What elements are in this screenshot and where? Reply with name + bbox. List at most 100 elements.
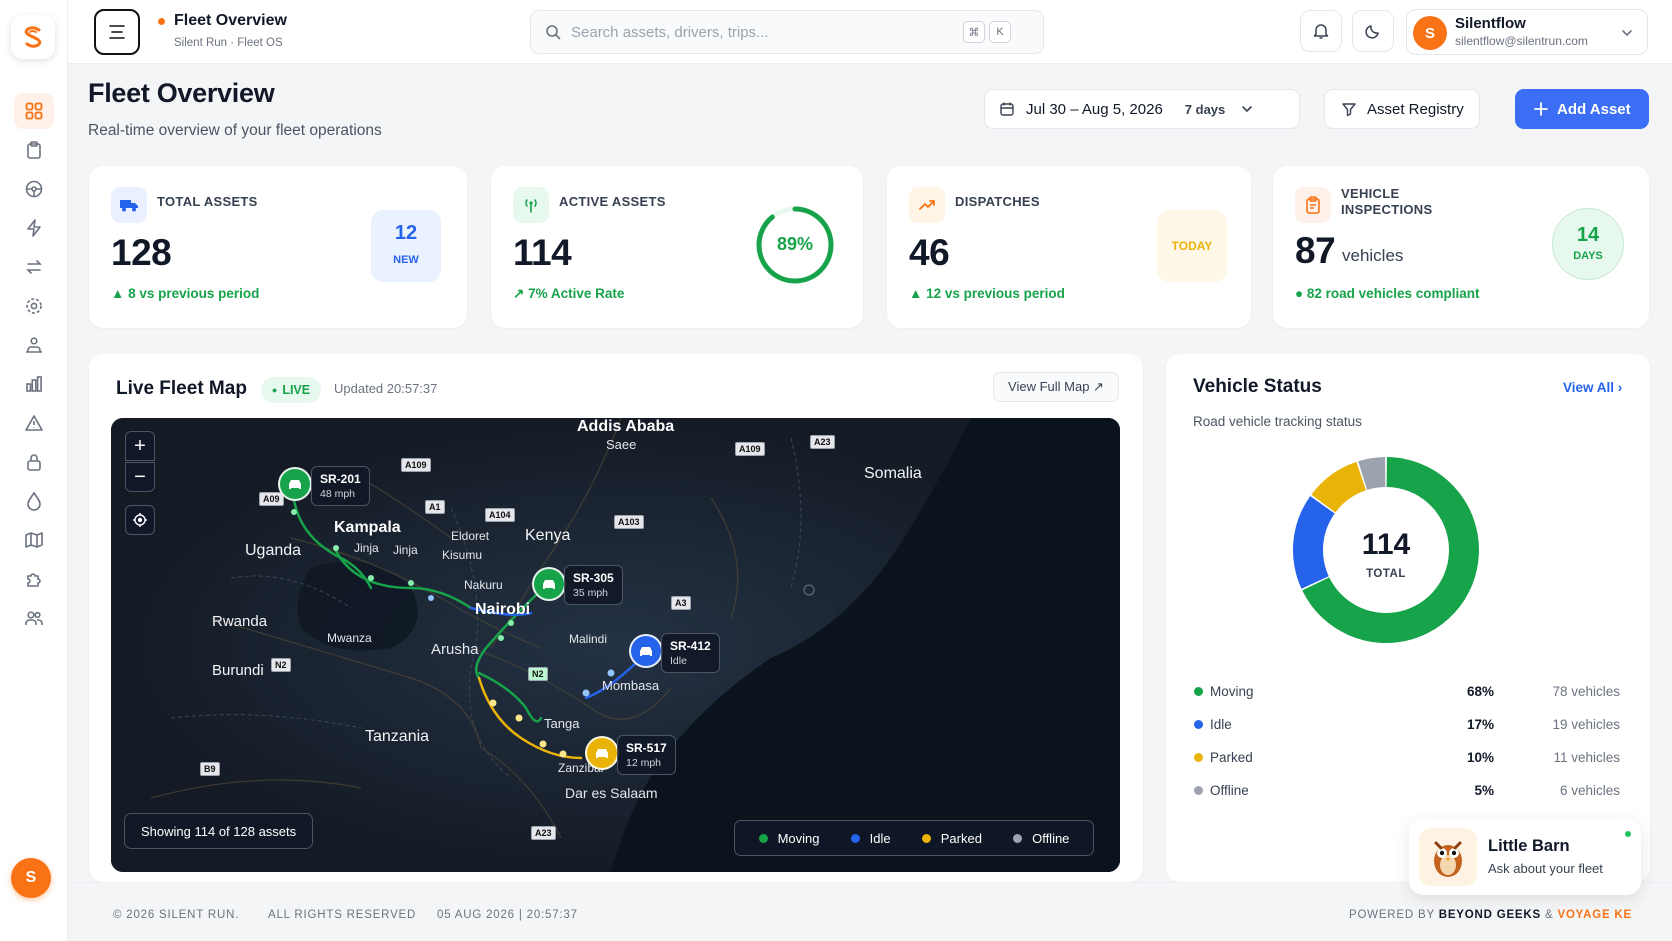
vehicle-speed: 35 mph bbox=[573, 587, 609, 599]
live-badge: ● LIVE bbox=[261, 377, 321, 403]
date-range-picker[interactable]: Jul 30 – Aug 5, 2026 7 days bbox=[984, 89, 1300, 129]
sidebar-item-team[interactable] bbox=[14, 600, 54, 636]
vehicle-speed: 48 mph bbox=[320, 488, 356, 500]
road-label: N2 bbox=[528, 667, 548, 681]
footer-rights: ALL RIGHTS RESERVED bbox=[268, 909, 417, 921]
vehicle-marker-sr-305[interactable] bbox=[532, 567, 566, 601]
status-count: 6 vehicles bbox=[1559, 783, 1620, 798]
sidebar-item-settings[interactable] bbox=[14, 288, 54, 324]
road-label: A3 bbox=[671, 596, 691, 610]
map-label-kisumu: Kisumu bbox=[442, 548, 483, 562]
sidebar-item-reports[interactable] bbox=[14, 366, 54, 402]
sidebar-item-security[interactable] bbox=[14, 444, 54, 480]
zoom-out-button[interactable]: − bbox=[125, 462, 155, 492]
sidebar-item-dashboard[interactable] bbox=[14, 93, 54, 129]
vehicle-marker-sr-412[interactable] bbox=[629, 634, 663, 668]
footer-powered-b[interactable]: VOYAGE KE bbox=[1557, 909, 1632, 921]
fuel-drop-icon bbox=[27, 491, 41, 511]
sidebar-item-drivers[interactable] bbox=[14, 171, 54, 207]
road-label: A09 bbox=[259, 492, 284, 506]
map-updated-time: Updated 20:57:37 bbox=[334, 381, 438, 396]
fleet-map[interactable]: Addis Ababa Saee Somalia Kenya Uganda Ka… bbox=[111, 418, 1120, 872]
status-pct: 5% bbox=[1474, 783, 1494, 798]
clipboard-check-icon bbox=[1295, 187, 1331, 223]
status-row-idle: Idle 17% 19 vehicles bbox=[1194, 715, 1620, 735]
road-label: A23 bbox=[531, 826, 556, 840]
theme-toggle-button[interactable] bbox=[1352, 10, 1394, 52]
legend-item-parked: Parked bbox=[921, 831, 982, 846]
moon-icon bbox=[1365, 25, 1379, 39]
period-label: 7 days bbox=[1184, 101, 1226, 117]
transfer-arrows-icon bbox=[26, 260, 42, 274]
legend-item-moving: Moving bbox=[758, 831, 819, 846]
footer-powered-a[interactable]: BEYOND GEEKS bbox=[1439, 909, 1541, 921]
road-label: N2 bbox=[271, 658, 291, 672]
silent-run-logo-icon[interactable] bbox=[11, 15, 55, 59]
footer-copyright: © 2026 SILENT RUN. bbox=[113, 909, 240, 921]
lightning-icon bbox=[27, 219, 41, 237]
map-label-rwanda: Rwanda bbox=[212, 613, 268, 630]
status-count: 19 vehicles bbox=[1552, 717, 1620, 732]
page-subtitle: Real-time overview of your fleet operati… bbox=[88, 122, 382, 139]
view-full-map-button[interactable]: View Full Map ↗ bbox=[993, 372, 1119, 402]
map-label-saee: Saee bbox=[606, 437, 637, 452]
sidebar-item-fuel[interactable] bbox=[14, 483, 54, 519]
map-label-mwanza: Mwanza bbox=[327, 631, 372, 645]
vehicle-marker-sr-201[interactable] bbox=[278, 467, 312, 501]
assistant-widget[interactable]: Little Barn Ask about your fleet bbox=[1409, 819, 1641, 895]
legend-label: Idle bbox=[869, 830, 891, 846]
map-label-arusha: Arusha bbox=[431, 641, 479, 658]
add-asset-button[interactable]: Add Asset bbox=[1515, 89, 1649, 129]
status-row-offline: Offline 5% 6 vehicles bbox=[1194, 781, 1620, 801]
vehicle-status: Idle bbox=[670, 655, 687, 667]
kpi-value: 114 bbox=[513, 232, 572, 273]
map-terrain bbox=[111, 418, 1120, 872]
sidebar-item-tasks[interactable] bbox=[14, 132, 54, 168]
view-all-link[interactable]: View All › bbox=[1563, 380, 1622, 395]
user-menu[interactable]: S Silentflow silentflow@silentrun.com bbox=[1406, 9, 1648, 55]
legend-item-idle: Idle bbox=[850, 830, 891, 846]
active-rate-value: 89% bbox=[776, 234, 814, 254]
road-label: A23 bbox=[810, 435, 835, 449]
map-legend: Moving Idle Parked Offline bbox=[734, 820, 1094, 856]
search-box: ⌘ K bbox=[530, 10, 1044, 54]
user-name: Silentflow bbox=[1455, 15, 1526, 32]
road-label: B9 bbox=[200, 762, 220, 776]
footer-amp: & bbox=[1544, 909, 1554, 921]
sidebar-item-transfers[interactable] bbox=[14, 249, 54, 285]
steering-wheel-icon bbox=[25, 180, 43, 198]
locate-button[interactable] bbox=[125, 505, 155, 535]
sidebar-item-alerts[interactable] bbox=[14, 405, 54, 441]
assistant-subtitle: Ask about your fleet bbox=[1488, 861, 1603, 876]
vehicle-tag[interactable]: SR-305 35 mph bbox=[564, 565, 623, 605]
page-title: Fleet Overview bbox=[88, 78, 275, 108]
plus-icon bbox=[1534, 102, 1548, 116]
filter-icon bbox=[1342, 103, 1356, 117]
asset-registry-button[interactable]: Asset Registry bbox=[1324, 89, 1480, 129]
car-icon bbox=[289, 480, 301, 489]
status-name: Offline bbox=[1210, 783, 1249, 798]
zoom-in-button[interactable]: + bbox=[125, 431, 155, 461]
kpi-value: 46 bbox=[909, 232, 950, 273]
signal-tower-icon bbox=[513, 187, 549, 223]
vehicle-tag[interactable]: SR-201 48 mph bbox=[311, 466, 370, 506]
new-assets-count: 12 bbox=[394, 222, 418, 244]
map-label-jinja-2: Jinja bbox=[393, 543, 418, 557]
map-label-nairobi: Nairobi bbox=[475, 601, 531, 618]
map-label-eldoret: Eldoret bbox=[451, 529, 490, 543]
sidebar-item-integrations[interactable] bbox=[14, 561, 54, 597]
lock-icon bbox=[27, 454, 41, 471]
vehicle-marker-sr-517[interactable] bbox=[585, 736, 619, 770]
vehicle-tag[interactable]: SR-517 12 mph bbox=[617, 735, 676, 775]
sidebar-item-maps[interactable] bbox=[14, 522, 54, 558]
kpi-dispatches: DISPATCHES 46 ▲ 12 vs previous period TO… bbox=[887, 166, 1251, 328]
kpi-trend: ▲ 8 vs previous period bbox=[111, 286, 260, 301]
sidebar-item-energy[interactable] bbox=[14, 210, 54, 246]
sidebar-item-network[interactable] bbox=[14, 327, 54, 363]
notifications-button[interactable] bbox=[1300, 10, 1342, 52]
search-input[interactable] bbox=[571, 23, 951, 41]
menu-toggle-button[interactable] bbox=[94, 9, 140, 55]
vehicle-tag[interactable]: SR-412 Idle bbox=[661, 633, 720, 673]
avatar[interactable]: S bbox=[11, 858, 51, 898]
car-icon bbox=[640, 647, 652, 656]
